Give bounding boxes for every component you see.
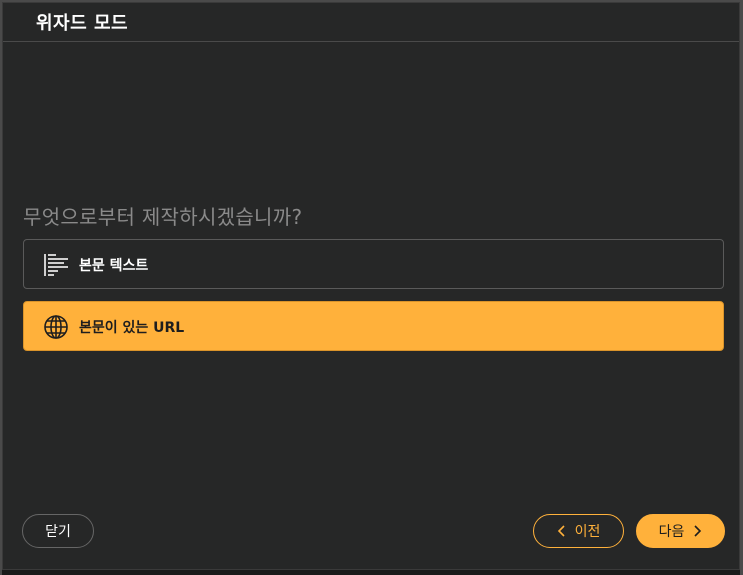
window-bottom-edge xyxy=(2,570,740,575)
chevron-right-icon xyxy=(694,525,702,537)
close-button-label: 닫기 xyxy=(45,524,71,540)
option-label: 본문 텍스트 xyxy=(79,258,149,274)
option-url-with-body[interactable]: 본문이 있는 URL xyxy=(23,301,724,351)
previous-button-label: 이전 xyxy=(574,524,601,540)
question-heading: 무엇으로부터 제작하시겠습니까? xyxy=(23,205,303,229)
close-button[interactable]: 닫기 xyxy=(22,514,94,548)
title-bar: 위자드 모드 xyxy=(3,3,739,42)
text-lines-icon xyxy=(44,254,68,276)
option-label: 본문이 있는 URL xyxy=(79,320,185,336)
wizard-window: 위자드 모드 무엇으로부터 제작하시겠습니까? 본문 텍스트 본문이 있는 UR… xyxy=(2,2,740,570)
chevron-left-icon xyxy=(557,525,565,537)
option-body-text[interactable]: 본문 텍스트 xyxy=(23,239,724,289)
next-button-label: 다음 xyxy=(658,524,685,540)
next-button[interactable]: 다음 xyxy=(636,514,725,548)
previous-button[interactable]: 이전 xyxy=(533,514,624,548)
window-title: 위자드 모드 xyxy=(36,13,129,34)
globe-icon xyxy=(44,315,68,339)
